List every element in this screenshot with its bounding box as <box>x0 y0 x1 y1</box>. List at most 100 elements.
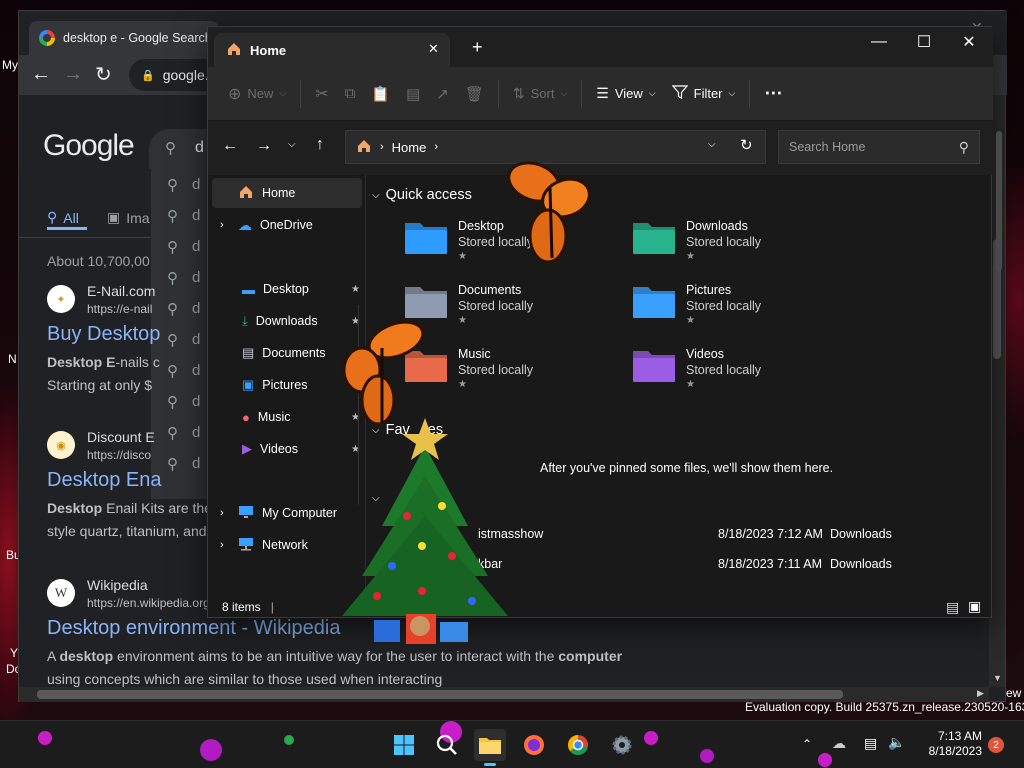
sidebar-item-label: Desktop <box>263 282 309 296</box>
active-app-indicator <box>484 763 496 766</box>
delete-button[interactable]: 🗑 <box>457 77 492 111</box>
chevron-up-icon[interactable]: ⌃ <box>802 737 812 751</box>
vertical-scrollbar[interactable] <box>993 121 1005 591</box>
copy-button[interactable]: ⧉ <box>337 77 364 111</box>
maximize-icon[interactable]: ☐ <box>901 27 947 57</box>
tab-images[interactable]: ▣ Ima <box>107 209 150 226</box>
suggestion-text: d <box>192 269 201 286</box>
taskbar-settings[interactable] <box>606 729 638 761</box>
quick-access-pictures[interactable]: Pictures Stored locally ★ <box>632 279 852 339</box>
suggestion-item[interactable]: ⚲ d <box>151 231 209 262</box>
refresh-icon[interactable]: ↻ <box>740 136 753 154</box>
back-arrow-icon[interactable]: ← <box>222 137 238 155</box>
rename-icon: ▤ <box>406 85 421 103</box>
scroll-down-icon[interactable]: ▼ <box>993 673 1002 683</box>
cut-button[interactable]: ✂ <box>307 77 336 111</box>
suggestion-item[interactable]: ⚲ d <box>151 386 209 417</box>
taskbar-chrome[interactable] <box>562 729 594 761</box>
share-button[interactable]: ↗ <box>428 77 457 111</box>
new-button[interactable]: ⊕ New ⌵ <box>220 77 294 111</box>
scroll-right-icon[interactable]: ▶ <box>977 688 984 699</box>
taskbar-file-explorer[interactable] <box>474 729 506 766</box>
quick-access-downloads[interactable]: Downloads Stored locally ★ <box>632 215 852 275</box>
details-view-icon[interactable]: ▤ <box>946 599 959 616</box>
result-url: https://en.wikipedia.org <box>87 596 210 610</box>
taskbar-firefox[interactable] <box>518 729 550 761</box>
lock-icon: 🔒 <box>141 69 155 82</box>
forward-arrow-icon[interactable]: → <box>256 137 272 155</box>
search-box[interactable]: Search Home ⚲ <box>778 130 980 164</box>
section-title: Quick access <box>385 187 472 203</box>
suggestion-item[interactable]: ⚲ d <box>151 169 209 200</box>
favorites-empty-message: After you've pinned some files, we'll sh… <box>540 461 834 475</box>
sidebar-item-onedrive[interactable]: › ☁ OneDrive <box>212 210 362 240</box>
sidebar-item-desktop[interactable]: ▬ Desktop ★ <box>212 274 362 304</box>
paste-button[interactable]: 📋 <box>363 77 398 111</box>
breadcrumb-home[interactable]: Home <box>392 140 427 155</box>
address-dropdown-icon[interactable]: ⌵ <box>708 139 716 150</box>
clock[interactable]: 7:13 AM 8/18/2023 <box>916 729 982 759</box>
quick-access-documents[interactable]: Documents Stored locally ★ <box>404 279 624 339</box>
minimize-icon[interactable]: — <box>856 27 902 57</box>
speaker-icon[interactable]: 🔈 <box>888 734 905 751</box>
suggestion-item[interactable]: ⚲ d <box>151 293 209 324</box>
desktop-folder-icon <box>404 219 448 259</box>
notification-badge[interactable]: 2 <box>988 737 1004 753</box>
result-site-name: Discount E <box>87 429 155 445</box>
google-logo[interactable]: Google <box>43 129 135 163</box>
result-snippet: Starting at only $ <box>47 377 153 393</box>
scrollbar-thumb[interactable] <box>37 690 843 699</box>
network-icon[interactable]: ▤ <box>864 735 877 752</box>
sidebar-item-label: Network <box>262 538 308 552</box>
collapse-chevron-icon: ⌵ <box>372 189 380 201</box>
desktop-label-fragment[interactable]: Y <box>10 646 18 660</box>
expand-chevron-icon[interactable]: › <box>220 539 238 551</box>
google-search-box[interactable]: ⚲ d <box>149 129 209 169</box>
clock-date: 8/18/2023 <box>928 744 982 758</box>
start-button[interactable] <box>388 729 420 761</box>
tiles-view-icon[interactable]: ▣ <box>968 598 981 615</box>
more-options-button[interactable]: ⋯ <box>756 77 791 111</box>
reload-icon[interactable]: ↻ <box>95 62 112 87</box>
view-button[interactable]: ☰ View ⌵ <box>588 77 663 111</box>
sort-button[interactable]: ⇅ Sort ⌵ <box>505 77 575 111</box>
close-tab-icon[interactable]: ✕ <box>428 41 439 57</box>
desktop-label-fragment[interactable]: My <box>2 58 18 72</box>
quick-access-header[interactable]: ⌵ Quick access <box>372 187 472 203</box>
back-arrow-icon[interactable]: ← <box>31 63 51 86</box>
desktop-label-fragment[interactable]: ew <box>1006 686 1021 700</box>
image-icon: ▣ <box>107 209 121 225</box>
view-list-icon: ☰ <box>596 85 609 101</box>
quick-access-music[interactable]: Music Stored locally ★ <box>404 343 624 403</box>
expand-chevron-icon[interactable]: › <box>220 507 238 519</box>
scrollbar-thumb[interactable] <box>996 131 1002 271</box>
search-button[interactable] <box>431 729 463 761</box>
suggestion-item[interactable]: ⚲ d <box>151 200 209 231</box>
result-title-link[interactable]: Desktop Ena <box>47 469 162 492</box>
suggestion-text: d <box>192 331 201 348</box>
forward-arrow-icon[interactable]: → <box>63 63 83 86</box>
expand-chevron-icon[interactable]: › <box>220 219 238 231</box>
explorer-tab-home[interactable]: Home ✕ <box>214 33 450 67</box>
snippet-text: Enail Kits are the <box>102 500 212 516</box>
close-window-icon[interactable]: ✕ <box>946 27 992 57</box>
rename-button[interactable]: ▤ <box>398 77 428 111</box>
tab-all[interactable]: ⚲ All <box>47 209 79 226</box>
up-arrow-icon[interactable]: ↑ <box>316 136 324 154</box>
recent-locations-icon[interactable]: ⌵ <box>288 139 296 150</box>
suggestion-item[interactable]: ⚲ d <box>151 262 209 293</box>
pin-icon: ★ <box>458 315 467 326</box>
chrome-tab[interactable]: desktop e - Google Search <box>29 21 219 55</box>
sidebar-item-home[interactable]: Home <box>212 178 362 208</box>
sidebar-item-label: Videos <box>260 442 298 456</box>
result-title-link[interactable]: Desktop environment - Wikipedia <box>47 617 340 640</box>
quick-access-videos[interactable]: Videos Stored locally ★ <box>632 343 852 403</box>
filter-button[interactable]: Filter ⌵ <box>664 77 744 111</box>
suggestion-item[interactable]: ⚲ d <box>151 417 209 448</box>
desktop-label-fragment[interactable]: N <box>8 352 17 366</box>
quick-access-location: Stored locally <box>686 299 762 313</box>
sparkle-decoration-icon <box>284 735 294 745</box>
new-tab-icon[interactable]: + <box>472 37 483 58</box>
cloud-offline-icon[interactable]: ☁ <box>832 735 846 752</box>
result-title-link[interactable]: Buy Desktop <box>47 323 160 346</box>
